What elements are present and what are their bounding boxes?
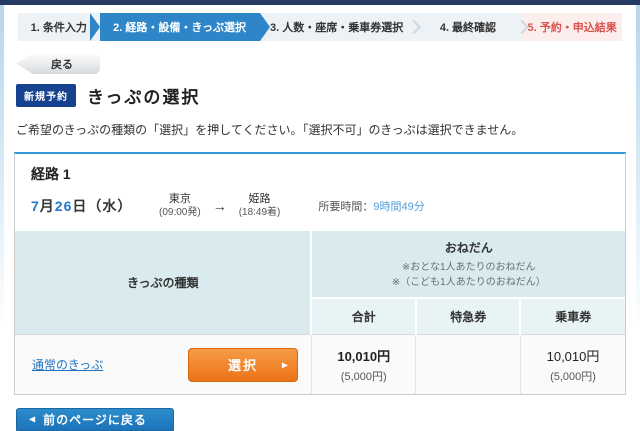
- step-label: 4. 最終確認: [440, 19, 496, 35]
- total-price: 10,010円: [313, 346, 415, 365]
- arrival-station-block: 姫路 (18:49着): [239, 193, 281, 219]
- fare-table: きっぷの種類 おねだん ※おとな1人あたりのおねだん ※（こども1人あたりのおね…: [15, 231, 625, 394]
- ticket-type-link[interactable]: 通常のきっぷ: [32, 356, 103, 373]
- date-month-unit: 月: [40, 198, 55, 214]
- route-card: 経路 1 7月26日（水） 東京 (09:00発) → 姫路 (18:49着) …: [14, 152, 626, 395]
- prev-page-button[interactable]: ◀ 前のページに戻る: [16, 408, 174, 431]
- route-title: 経路 1: [31, 164, 609, 184]
- price-column-header: おねだん ※おとな1人あたりのおねだん ※（こども1人あたりのおねだん）: [311, 231, 625, 298]
- duration: 所要時間：9時間49分: [318, 198, 424, 214]
- instruction-text: ご希望のきっぷの種類の「選択」を押してください。「選択不可」のきっぷは選択できま…: [16, 121, 624, 138]
- prev-arrow-icon: ◀: [29, 415, 35, 424]
- route-card-header: 経路 1: [15, 154, 625, 184]
- ticket-type-cell: 通常のきっぷ 選択 ▶: [15, 335, 311, 394]
- page-right-edge: [636, 5, 640, 409]
- page-left-edge: [0, 5, 4, 409]
- step-item-route-ticket-active: 2. 経路・設備・きっぷ選択: [100, 13, 260, 41]
- departure-time: (09:00発): [159, 207, 201, 220]
- column-header-express: 特急券: [416, 298, 521, 335]
- fare-table-row: 通常のきっぷ 選択 ▶ 10,010円 (5,000円) 10,010円 (5,…: [15, 335, 625, 394]
- select-button[interactable]: 選択 ▶: [188, 348, 298, 382]
- column-header-total: 合計: [311, 298, 416, 335]
- prev-page-button-label: 前のページに戻る: [43, 413, 147, 427]
- step-label: 2. 経路・設備・きっぷ選択: [113, 19, 246, 35]
- total-price-child: (5,000円): [313, 368, 415, 384]
- route-summary-row: 7月26日（水） 東京 (09:00発) → 姫路 (18:49着) 所要時間：…: [15, 184, 625, 231]
- date-month-number: 7: [31, 198, 40, 214]
- step-item-final-confirmation: 4. 最終確認: [414, 13, 523, 41]
- express-price-cell: [416, 335, 521, 394]
- basefare-price: 10,010円: [522, 346, 624, 365]
- step-label: 3. 人数・座席・乗車券選択: [270, 19, 403, 35]
- ticket-type-column-header: きっぷの種類: [15, 231, 311, 335]
- arrival-station: 姫路: [239, 193, 281, 207]
- duration-label: 所要時間：: [318, 201, 373, 213]
- date-day-weekday: 日（水）: [72, 198, 132, 214]
- date-day-number: 26: [55, 198, 73, 214]
- total-price-cell: 10,010円 (5,000円): [311, 335, 416, 394]
- new-reservation-badge: 新規予約: [16, 84, 76, 107]
- arrival-time: (18:49着): [239, 207, 281, 220]
- duration-value: 9時間49分: [373, 201, 424, 213]
- basefare-price-child: (5,000円): [522, 368, 624, 384]
- route-arrow-icon: →: [213, 198, 227, 214]
- step-label: 5. 予約・申込結果: [528, 19, 617, 35]
- step-item-conditions: 1. 条件入力: [18, 13, 100, 41]
- back-button[interactable]: 戻る: [16, 53, 100, 74]
- step-label: 1. 条件入力: [31, 19, 87, 35]
- price-note-adult: ※おとな1人あたりのおねだん: [312, 261, 625, 276]
- select-button-label: 選択: [228, 358, 258, 373]
- station-group: 東京 (09:00発) → 姫路 (18:49着): [159, 193, 280, 219]
- step-progress-bar: 1. 条件入力 2. 経路・設備・きっぷ選択 3. 人数・座席・乗車券選択 4.…: [18, 13, 622, 41]
- page-title: きっぷの選択: [87, 83, 200, 108]
- select-arrow-icon: ▶: [282, 360, 288, 369]
- basefare-price-cell: 10,010円 (5,000円): [520, 335, 625, 394]
- page-header: 新規予約 きっぷの選択: [16, 83, 640, 108]
- price-note-child: ※（こども1人あたりのおねだん）: [312, 276, 625, 291]
- departure-station-block: 東京 (09:00発): [159, 193, 201, 219]
- step-item-reservation-result: 5. 予約・申込結果: [522, 13, 622, 41]
- step-item-passengers-seats: 3. 人数・座席・乗車券選択: [260, 13, 414, 41]
- departure-station: 東京: [159, 193, 201, 207]
- price-header-title: おねだん: [312, 239, 625, 256]
- route-date: 7月26日（水）: [31, 196, 159, 216]
- column-header-basefare: 乗車券: [520, 298, 625, 335]
- window-top-bar: [0, 0, 640, 5]
